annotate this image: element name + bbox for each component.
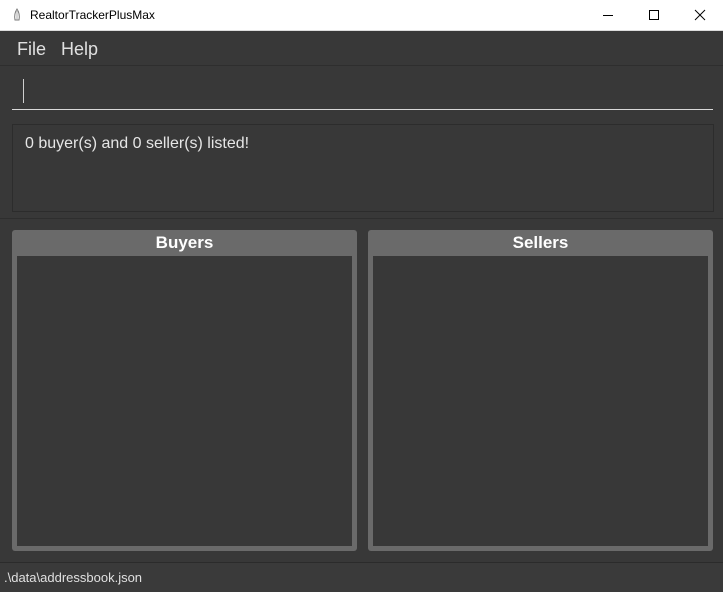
menu-bar: File Help [0,31,723,66]
menu-file[interactable]: File [17,39,46,60]
status-bar: .\data\addressbook.json [0,562,723,592]
minimize-button[interactable] [585,0,631,30]
result-display-area: 0 buyer(s) and 0 seller(s) listed! [0,118,723,219]
title-bar: RealtorTrackerPlusMax [0,0,723,31]
menu-help[interactable]: Help [61,39,98,60]
command-input[interactable] [12,76,713,110]
maximize-button[interactable] [631,0,677,30]
maximize-icon [649,10,659,20]
app-window: RealtorTrackerPlusMax File Help 0 buyer(… [0,0,723,592]
sellers-panel: Sellers [368,230,713,551]
sellers-list[interactable] [373,256,708,546]
save-file-path: .\data\addressbook.json [4,570,143,585]
list-panels: Buyers Sellers [0,220,723,562]
close-icon [694,9,706,21]
buyers-panel: Buyers [12,230,357,551]
result-display[interactable]: 0 buyer(s) and 0 seller(s) listed! [12,124,714,212]
command-box [0,66,723,119]
buyers-panel-title: Buyers [155,233,214,252]
app-icon [14,8,20,21]
result-message: 0 buyer(s) and 0 seller(s) listed! [25,135,250,152]
minimize-icon [603,15,613,16]
buyers-list[interactable] [17,256,352,546]
window-title: RealtorTrackerPlusMax [30,8,155,22]
sellers-panel-title: Sellers [512,233,569,252]
close-button[interactable] [677,0,723,30]
text-caret [23,79,24,103]
